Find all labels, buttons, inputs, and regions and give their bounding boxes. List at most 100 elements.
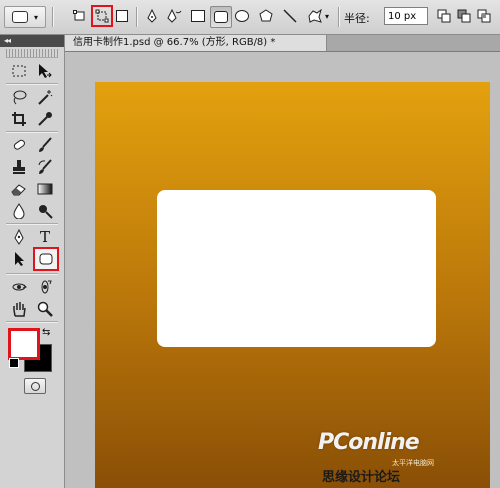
history-brush-icon <box>38 159 52 174</box>
watermark-caption: 思缘设计论坛 <box>322 470 401 485</box>
magic-wand-tool[interactable] <box>34 87 56 107</box>
watermark-brand: PConline <box>318 430 420 455</box>
shape-layers-button[interactable] <box>70 6 90 26</box>
radius-input[interactable] <box>384 7 428 25</box>
brush-icon <box>39 137 52 152</box>
line-button[interactable] <box>280 6 300 26</box>
intersect-shapes-button[interactable] <box>474 6 494 26</box>
tools-panel: ◂◂ T ⇆ <box>0 35 65 488</box>
rectangle-button[interactable] <box>188 6 208 26</box>
divider <box>338 7 340 27</box>
eraser-tool[interactable] <box>8 179 30 199</box>
tool-preset-picker[interactable]: ▾ <box>4 6 46 28</box>
ellipse-icon <box>235 10 249 22</box>
foreground-color-swatch[interactable] <box>8 328 40 360</box>
healing-brush-icon <box>13 139 25 150</box>
chevron-down-icon: ▾ <box>324 11 329 21</box>
divider <box>6 273 58 275</box>
add-to-shape-icon <box>437 9 451 23</box>
panel-grip[interactable] <box>6 49 58 58</box>
divider <box>6 321 58 323</box>
rounded-rectangle-shape[interactable] <box>157 190 436 347</box>
marquee-icon <box>12 65 26 77</box>
radius-label: 半径: <box>344 12 370 25</box>
magic-wand-icon <box>38 90 53 105</box>
gradient-icon <box>37 183 53 195</box>
gradient-tool[interactable] <box>34 179 56 199</box>
polygon-button[interactable] <box>256 6 276 26</box>
3d-rotate-tool[interactable] <box>8 277 30 297</box>
combine-shapes-button[interactable] <box>434 6 454 26</box>
history-brush-tool[interactable] <box>34 157 56 177</box>
pen-icon <box>147 9 157 23</box>
paths-button[interactable] <box>91 5 113 27</box>
default-colors-icon[interactable] <box>9 358 19 368</box>
crop-icon <box>12 112 26 126</box>
path-selection-tool[interactable] <box>8 249 30 269</box>
zoom-tool[interactable] <box>34 299 56 319</box>
rounded-rect-tool-icon <box>39 253 53 265</box>
rounded-rect-preset-icon <box>11 11 28 23</box>
zoom-icon <box>37 301 53 317</box>
subtract-shapes-button[interactable] <box>454 6 474 26</box>
3d-orbit-tool[interactable] <box>34 277 56 297</box>
3d-orbit-icon <box>41 280 52 294</box>
shape-layers-icon <box>73 10 85 21</box>
chevron-down-icon: ▾ <box>33 12 38 22</box>
pen-tool-icon <box>14 229 24 245</box>
fill-pixels-button[interactable] <box>112 6 132 26</box>
intersect-shape-icon <box>477 9 491 23</box>
quick-mask-icon <box>30 381 40 391</box>
collapse-panel-button[interactable]: ◂◂ <box>0 35 64 47</box>
line-icon <box>283 9 297 23</box>
polygon-icon <box>259 9 273 22</box>
options-bar: ▾ ▾ 半径: <box>0 0 500 35</box>
brush-tool[interactable] <box>34 135 56 155</box>
swap-colors-icon[interactable]: ⇆ <box>42 327 50 338</box>
paths-icon <box>95 9 109 23</box>
rounded-rectangle-tool[interactable] <box>33 247 59 271</box>
ellipse-button[interactable] <box>232 6 252 26</box>
move-tool[interactable] <box>34 61 56 81</box>
clone-stamp-tool[interactable] <box>8 157 30 177</box>
type-tool[interactable]: T <box>34 227 56 247</box>
quick-mask-button[interactable] <box>24 378 46 394</box>
blur-tool[interactable] <box>8 201 30 221</box>
canvas[interactable] <box>95 82 490 488</box>
eraser-icon <box>11 184 26 196</box>
document-tab-bar: 信用卡制作1.psd @ 66.7% (方形, RGB/8) * <box>65 35 500 52</box>
dodge-icon <box>39 205 53 219</box>
rounded-rectangle-icon <box>214 11 228 23</box>
pen-tool[interactable] <box>8 227 30 247</box>
divider <box>6 83 58 85</box>
divider <box>136 7 138 27</box>
pen-button[interactable] <box>142 6 162 26</box>
divider <box>52 7 54 27</box>
marquee-tool[interactable] <box>8 61 30 81</box>
lasso-tool[interactable] <box>8 87 30 107</box>
lasso-icon <box>13 90 27 105</box>
divider <box>6 131 58 133</box>
custom-shape-icon <box>308 9 322 23</box>
eyedropper-tool[interactable] <box>34 109 56 129</box>
blur-icon <box>13 203 25 219</box>
dodge-tool[interactable] <box>34 201 56 221</box>
eyedropper-icon <box>38 112 52 126</box>
clone-stamp-icon <box>13 160 25 174</box>
healing-brush-tool[interactable] <box>8 135 30 155</box>
3d-rotate-icon <box>12 283 27 291</box>
freeform-pen-icon <box>167 9 182 23</box>
divider <box>6 223 58 225</box>
freeform-pen-button[interactable] <box>164 6 184 26</box>
hand-tool[interactable] <box>8 299 30 319</box>
crop-tool[interactable] <box>8 109 30 129</box>
fill-pixels-icon <box>116 10 128 22</box>
rectangle-icon <box>191 10 205 22</box>
hand-icon <box>13 302 26 317</box>
move-icon <box>39 64 52 78</box>
document-tab[interactable]: 信用卡制作1.psd @ 66.7% (方形, RGB/8) * <box>65 35 327 51</box>
path-selection-icon <box>15 252 24 266</box>
subtract-from-shape-icon <box>457 9 471 23</box>
rounded-rectangle-button[interactable] <box>210 6 232 28</box>
custom-shape-button[interactable]: ▾ <box>304 6 332 26</box>
